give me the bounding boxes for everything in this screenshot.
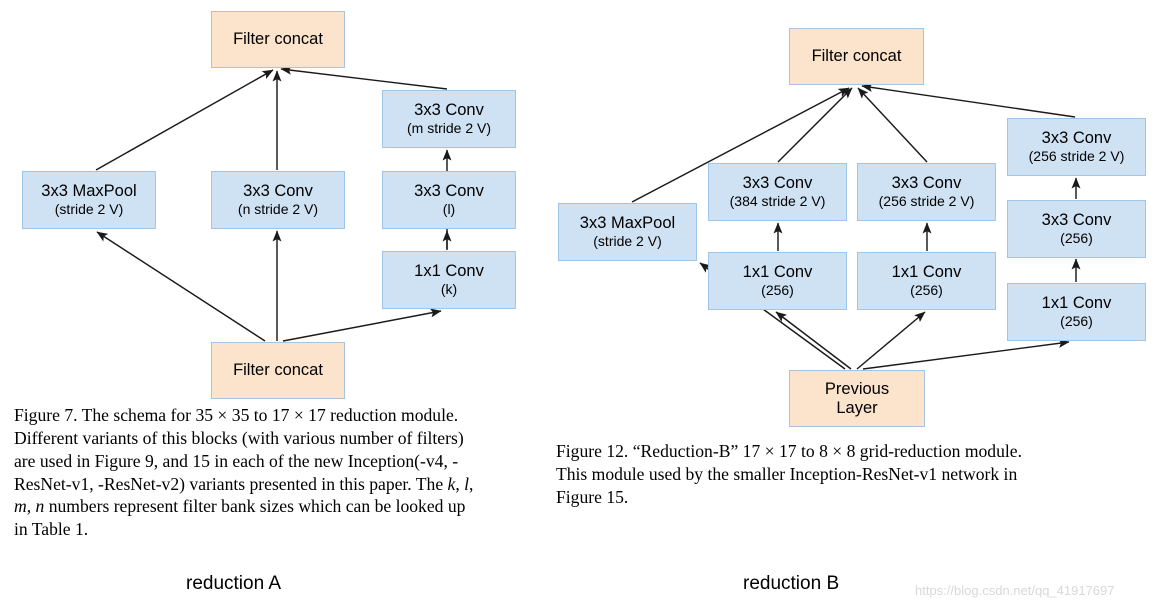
node-right-conv-384[interactable]: 3x3 Conv (384 stride 2 V) bbox=[708, 163, 847, 221]
node-label-line1: 1x1 Conv bbox=[742, 263, 813, 282]
node-label-line2: (256) bbox=[1060, 229, 1093, 246]
node-label-line2: (stride 2 V) bbox=[593, 232, 662, 249]
node-label-line1: 3x3 Conv bbox=[1041, 129, 1112, 148]
node-label-line2: (256) bbox=[1060, 312, 1093, 329]
watermark-url: https://blog.csdn.net/qq_41917697 bbox=[915, 583, 1115, 598]
node-label-line1: 3x3 Conv bbox=[414, 182, 484, 201]
node-left-conv-k[interactable]: 1x1 Conv (k) bbox=[382, 251, 516, 309]
node-right-top-filter-concat[interactable]: Filter concat bbox=[789, 28, 924, 85]
node-label-line1: 3x3 Conv bbox=[243, 182, 313, 201]
node-label-line1: 3x3 MaxPool bbox=[579, 214, 676, 233]
node-label-line2: (m stride 2 V) bbox=[406, 119, 491, 136]
caption-line-6: in Table 1. bbox=[14, 519, 89, 540]
arrow-r-conv256b-to-concat bbox=[861, 83, 1076, 118]
node-label-line1: 3x3 Conv bbox=[742, 174, 813, 193]
node-label-line2: (l) bbox=[442, 200, 456, 217]
node-right-conv-256-stride[interactable]: 3x3 Conv (256 stride 2 V) bbox=[857, 163, 996, 221]
caption-line-3: Figure 15. bbox=[556, 486, 629, 507]
caption-line-2: Different variants of this blocks (with … bbox=[14, 427, 464, 448]
node-label: Filter concat bbox=[233, 30, 323, 49]
arrow-convm-to-concat bbox=[280, 65, 448, 90]
caption-line-1: Figure 7. The schema for 35 × 35 to 17 ×… bbox=[14, 405, 459, 425]
caption-figure-7: Figure 7. The schema for 35 × 35 to 17 ×… bbox=[14, 404, 532, 541]
sublabel-reduction-a: reduction A bbox=[186, 573, 282, 594]
node-left-conv-m[interactable]: 3x3 Conv (m stride 2 V) bbox=[382, 90, 516, 148]
node-right-1x1-conv-b[interactable]: 1x1 Conv (256) bbox=[857, 252, 996, 310]
node-left-top-filter-concat[interactable]: Filter concat bbox=[211, 11, 345, 68]
arrow-r-prev-to-1x1c bbox=[862, 338, 1070, 370]
caption-figure-12: Figure 12. “Reduction-B” 17 × 17 to 8 × … bbox=[556, 440, 1156, 509]
node-label-line2: Layer bbox=[836, 398, 878, 417]
node-label-line1: 1x1 Conv bbox=[1041, 294, 1112, 313]
node-label-line1: 3x3 Conv bbox=[414, 101, 484, 120]
caption-line-2: This module used by the smaller Inceptio… bbox=[556, 463, 1018, 484]
arrow-r-conv384-to-concat bbox=[777, 87, 853, 163]
node-label-line2: (256 stride 2 V) bbox=[1028, 147, 1125, 164]
node-label: Filter concat bbox=[233, 361, 323, 380]
node-right-conv-256-stride-2[interactable]: 3x3 Conv (256 stride 2 V) bbox=[1007, 118, 1146, 176]
arrow-concat-to-convk bbox=[282, 308, 442, 342]
node-label-line2: (n stride 2 V) bbox=[237, 200, 319, 217]
arrow-concat-to-maxpool bbox=[96, 231, 266, 342]
node-label-line2: (384 stride 2 V) bbox=[729, 192, 826, 209]
node-right-maxpool[interactable]: 3x3 MaxPool (stride 2 V) bbox=[558, 203, 697, 261]
caption-line-1: Figure 12. “Reduction-B” 17 × 17 to 8 × … bbox=[556, 441, 1022, 461]
node-left-conv-n[interactable]: 3x3 Conv (n stride 2 V) bbox=[211, 171, 345, 229]
caption-line-3: are used in Figure 9, and 15 in each of … bbox=[14, 450, 459, 471]
node-right-conv-256[interactable]: 3x3 Conv (256) bbox=[1007, 200, 1146, 258]
caption-line-5: m, n numbers represent filter bank sizes… bbox=[14, 496, 466, 517]
node-label-line2: (k) bbox=[440, 280, 458, 297]
node-label-line1: 3x3 Conv bbox=[891, 174, 962, 193]
node-left-bottom-filter-concat[interactable]: Filter concat bbox=[211, 342, 345, 399]
node-label-line2: (256) bbox=[761, 281, 794, 298]
figure-page: Filter concat 3x3 MaxPool (stride 2 V) 3… bbox=[0, 0, 1162, 608]
node-label-line1: 3x3 MaxPool bbox=[41, 182, 137, 201]
node-label-line1: 3x3 Conv bbox=[1041, 211, 1112, 230]
node-label-line1: 1x1 Conv bbox=[414, 262, 484, 281]
node-label-line1: Previous bbox=[824, 380, 890, 399]
node-label-line2: (256) bbox=[910, 281, 943, 298]
node-label-line2: (stride 2 V) bbox=[54, 200, 124, 217]
node-label-line1: 1x1 Conv bbox=[891, 263, 962, 282]
arrow-r-prev-to-1x1b bbox=[856, 311, 926, 370]
sublabel-reduction-b: reduction B bbox=[743, 573, 840, 594]
arrow-r-conv256a-to-concat bbox=[857, 87, 928, 163]
arrow-maxpool-to-concat bbox=[95, 69, 274, 171]
caption-line-4: ResNet-v1, -ResNet-v2) variants presente… bbox=[14, 473, 474, 494]
node-label-line2: (256 stride 2 V) bbox=[878, 192, 975, 209]
node-right-1x1-conv-a[interactable]: 1x1 Conv (256) bbox=[708, 252, 847, 310]
arrow-r-prev-to-1x1a bbox=[775, 311, 852, 370]
node-label: Filter concat bbox=[811, 47, 902, 66]
node-right-previous-layer[interactable]: Previous Layer bbox=[789, 370, 925, 427]
node-right-1x1-conv-c[interactable]: 1x1 Conv (256) bbox=[1007, 283, 1146, 341]
node-left-maxpool[interactable]: 3x3 MaxPool (stride 2 V) bbox=[22, 171, 156, 229]
node-left-conv-l[interactable]: 3x3 Conv (l) bbox=[382, 171, 516, 229]
